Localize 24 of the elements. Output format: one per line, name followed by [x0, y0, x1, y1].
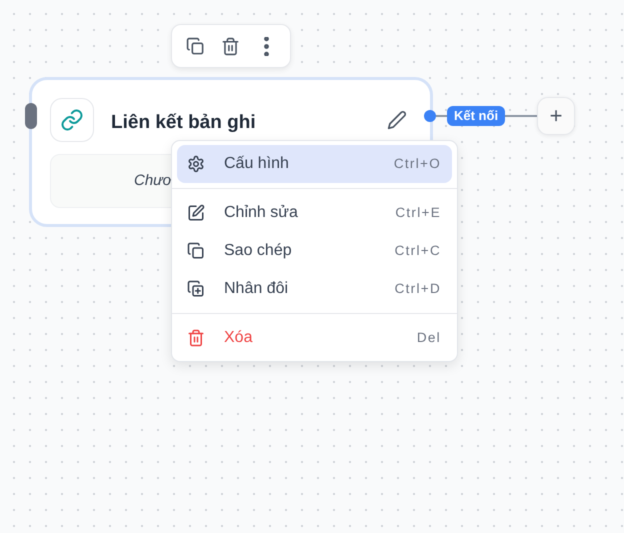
more-icon [264, 36, 269, 56]
trash-icon [187, 329, 205, 347]
connector-label: Kết nối [447, 106, 506, 126]
shortcut-text: Ctrl+E [395, 204, 441, 222]
shortcut-text: Ctrl+O [394, 154, 441, 173]
copy-icon [187, 242, 205, 260]
connector-dot[interactable] [424, 110, 436, 122]
menu-item[interactable]: Xóa Del [177, 319, 452, 357]
pencil-icon[interactable] [387, 110, 407, 130]
duplicate-icon [187, 280, 205, 298]
shortcut-text: Ctrl+D [394, 280, 441, 298]
node-title: Liên kết bản ghi [111, 111, 256, 135]
edit-icon [187, 204, 205, 222]
add-node-button[interactable]: + [537, 97, 575, 135]
link-icon [60, 108, 84, 132]
drag-handle[interactable] [25, 103, 37, 129]
shortcut-text: Ctrl+C [394, 242, 441, 260]
menu-item[interactable]: Nhân đôi Ctrl+D [177, 270, 452, 308]
menu-item[interactable]: Sao chép Ctrl+C [177, 232, 452, 270]
copy-icon [186, 36, 206, 56]
settings-icon [187, 155, 205, 173]
menu-item[interactable]: Cấu hình Ctrl+O [177, 145, 452, 183]
shortcut-text: Del [416, 328, 441, 347]
trash-icon [221, 36, 240, 56]
